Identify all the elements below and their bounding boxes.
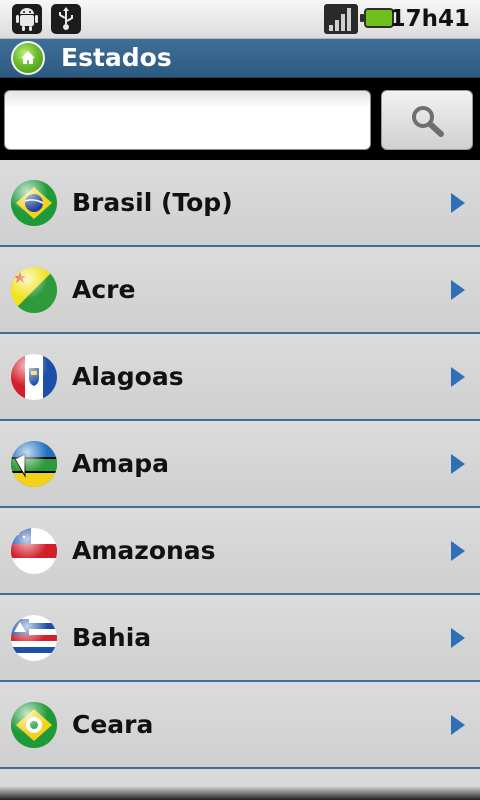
- usb-icon: [51, 4, 81, 34]
- list-item[interactable]: Alagoas: [0, 334, 480, 421]
- home-icon[interactable]: [11, 41, 45, 75]
- chevron-right-icon: [451, 715, 465, 735]
- chevron-right-icon: [451, 628, 465, 648]
- list-item[interactable]: Brasil (Top): [0, 160, 480, 247]
- brazil-flag-icon: [11, 180, 57, 226]
- search-icon: [412, 106, 444, 137]
- chevron-right-icon: [451, 367, 465, 387]
- title-bar: Estados: [0, 39, 480, 78]
- chevron-right-icon: [451, 454, 465, 474]
- page-title: Estados: [61, 43, 172, 72]
- android-debug-icon: [12, 4, 42, 34]
- chevron-right-icon: [451, 541, 465, 561]
- acre-flag-icon: [11, 267, 57, 313]
- list-item-label: Brasil (Top): [72, 188, 233, 217]
- list-item[interactable]: Amapa: [0, 421, 480, 508]
- search-bar: [0, 78, 480, 160]
- search-button[interactable]: [381, 90, 473, 150]
- list-bottom-fade: [0, 786, 480, 800]
- states-list: Brasil (Top) Acre Alagoas Amapa Amazonas…: [0, 160, 480, 800]
- ceara-flag-icon: [11, 702, 57, 748]
- list-item-label: Alagoas: [72, 362, 184, 391]
- list-item[interactable]: Acre: [0, 247, 480, 334]
- amapa-flag-icon: [11, 441, 57, 487]
- signal-icon: [324, 4, 358, 34]
- list-item[interactable]: Amazonas: [0, 508, 480, 595]
- list-item[interactable]: Bahia: [0, 595, 480, 682]
- list-item-label: Amazonas: [72, 536, 216, 565]
- bahia-flag-icon: [11, 615, 57, 661]
- list-item-label: Ceara: [72, 710, 154, 739]
- list-item-label: Bahia: [72, 623, 152, 652]
- search-input[interactable]: [4, 90, 371, 150]
- status-bar: 17h41: [0, 0, 480, 39]
- chevron-right-icon: [451, 193, 465, 213]
- status-time: 17h41: [389, 6, 470, 32]
- list-item[interactable]: Ceara: [0, 682, 480, 769]
- list-item-label: Acre: [72, 275, 136, 304]
- alagoas-flag-icon: [11, 354, 57, 400]
- list-item-label: Amapa: [72, 449, 170, 478]
- chevron-right-icon: [451, 280, 465, 300]
- amazonas-flag-icon: [11, 528, 57, 574]
